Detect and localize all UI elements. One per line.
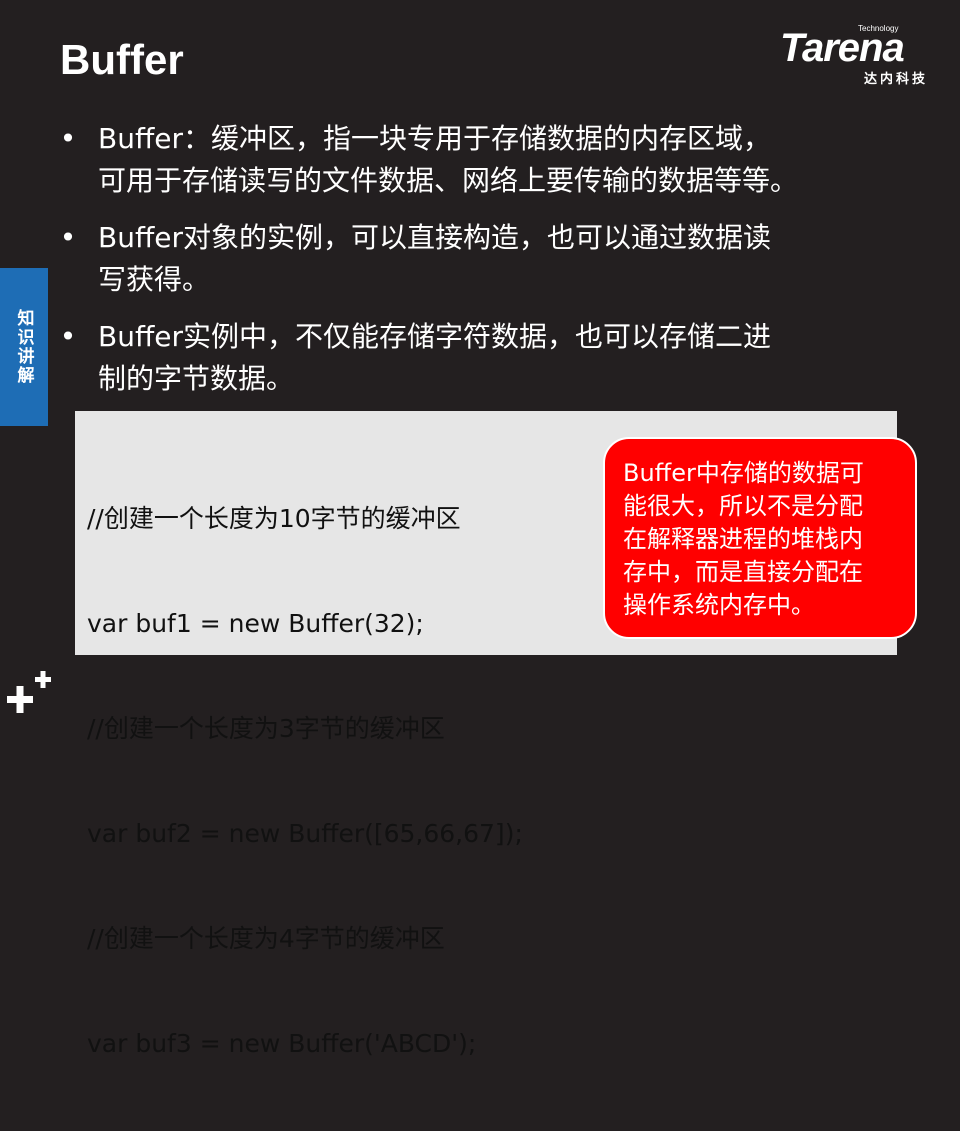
tarena-logo: Technology Tarena 达内科技 xyxy=(780,24,950,87)
bullet-item: • Buffer：缓冲区，指一块专用于存储数据的内存区域， 可用于存储读写的文件… xyxy=(58,118,918,202)
bullet-item: • Buffer对象的实例，可以直接构造，也可以通过数据读 写获得。 xyxy=(58,217,918,301)
callout-line: 能很大，所以不是分配 xyxy=(623,492,863,520)
code-line: //创建一个长度为3字节的缓冲区 xyxy=(87,714,445,743)
callout-line: 在解释器进程的堆栈内 xyxy=(623,525,863,553)
bullet-line: Buffer对象的实例，可以直接构造，也可以通过数据读 xyxy=(98,221,771,254)
logo-chinese-name: 达内科技 xyxy=(864,72,929,87)
bullet-line: Buffer实例中，不仅能存储字符数据，也可以存储二进 xyxy=(98,320,771,353)
plus-plus-icon xyxy=(7,671,51,713)
code-line: var buf2 = new Buffer([65,66,67]); xyxy=(87,819,523,848)
callout-line: 存中，而是直接分配在 xyxy=(623,558,863,586)
callout-line: Buffer中存储的数据可 xyxy=(623,459,864,487)
callout-text: Buffer中存储的数据可 能很大，所以不是分配 在解释器进程的堆栈内 存中，而… xyxy=(623,457,897,622)
bullet-marker: • xyxy=(59,122,77,155)
bullet-line: 可用于存储读写的文件数据、网络上要传输的数据等等。 xyxy=(98,164,799,197)
side-tab: 知识讲解 xyxy=(0,268,48,426)
slide-title: Buffer xyxy=(60,36,184,83)
logo-wordmark: Tarena xyxy=(780,26,905,70)
callout-line: 操作系统内存中。 xyxy=(623,591,815,619)
code-line: //创建一个长度为10字节的缓冲区 xyxy=(87,504,461,533)
code-line: //创建一个长度为4字节的缓冲区 xyxy=(87,924,445,953)
callout-note: Buffer中存储的数据可 能很大，所以不是分配 在解释器进程的堆栈内 存中，而… xyxy=(603,437,917,639)
bullet-line: 写获得。 xyxy=(98,263,211,296)
bullet-item: • Buffer实例中，不仅能存储字符数据，也可以存储二进 制的字节数据。 xyxy=(58,316,918,400)
side-tab-label: 知识讲解 xyxy=(13,309,34,385)
code-block: //创建一个长度为10字节的缓冲区 var buf1 = new Buffer(… xyxy=(87,431,523,1131)
bullet-list: • Buffer：缓冲区，指一块专用于存储数据的内存区域， 可用于存储读写的文件… xyxy=(58,118,918,415)
code-line: var buf3 = new Buffer('ABCD'); xyxy=(87,1029,477,1058)
bullet-marker: • xyxy=(59,320,77,353)
code-line: var buf1 = new Buffer(32); xyxy=(87,609,424,638)
bullet-line: 制的字节数据。 xyxy=(98,362,295,395)
bullet-marker: • xyxy=(59,221,77,254)
bullet-line: Buffer：缓冲区，指一块专用于存储数据的内存区域， xyxy=(98,122,771,155)
